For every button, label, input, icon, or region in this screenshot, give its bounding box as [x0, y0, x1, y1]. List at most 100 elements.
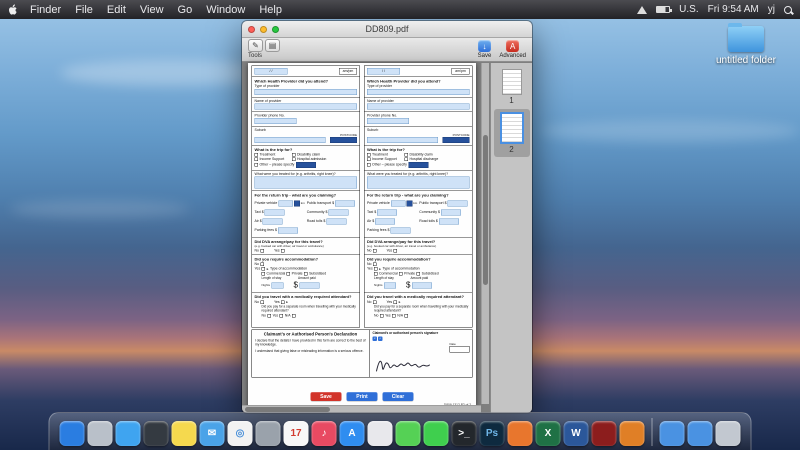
facetime[interactable] [423, 421, 449, 446]
checkbox[interactable] [260, 300, 264, 304]
launchpad[interactable] [87, 421, 113, 446]
tools-menu[interactable]: Tools [248, 53, 262, 59]
road-tolls-input[interactable] [438, 218, 459, 225]
input-source-indicator[interactable]: U.S. [679, 4, 698, 15]
phone-input[interactable] [367, 118, 409, 125]
checkbox[interactable] [279, 313, 284, 318]
messages[interactable] [395, 421, 421, 446]
checkbox[interactable] [260, 248, 264, 253]
checkbox[interactable] [372, 300, 377, 304]
public-transport-input[interactable] [447, 200, 468, 207]
menu-item[interactable]: Edit [107, 4, 126, 16]
treated-for-input[interactable] [367, 176, 470, 189]
checkbox[interactable] [261, 267, 266, 271]
notes[interactable] [171, 421, 197, 446]
checkbox[interactable] [292, 313, 296, 318]
menu-item[interactable]: Help [259, 4, 282, 16]
checkbox[interactable] [404, 157, 408, 161]
annotation-x-icon[interactable] [372, 336, 377, 341]
treated-for-input[interactable] [254, 176, 357, 189]
save-toolbar-button[interactable]: ↓ Save [478, 39, 491, 60]
photos[interactable] [367, 421, 393, 446]
finder[interactable] [59, 421, 85, 446]
community-input[interactable] [440, 209, 461, 216]
menu-item[interactable]: Window [206, 4, 245, 16]
type-of-provider-input[interactable] [254, 88, 357, 95]
checkbox[interactable] [292, 152, 296, 157]
amount-paid-input[interactable] [411, 282, 432, 289]
date-field[interactable]: / / [367, 68, 400, 75]
menu-item[interactable]: Finder [30, 4, 61, 16]
page-thumbnail-2[interactable]: 2 [493, 109, 530, 157]
other-input[interactable] [408, 161, 429, 168]
postcode-input[interactable] [330, 136, 357, 143]
private-vehicle-input[interactable] [278, 200, 293, 207]
ampm-field[interactable]: am/pm [339, 68, 357, 75]
checkbox[interactable] [374, 267, 378, 271]
taxi-input[interactable] [264, 209, 285, 216]
form-button[interactable]: Clear [382, 392, 414, 401]
desktop-folder[interactable]: untitled folder [706, 23, 786, 66]
wifi-icon[interactable] [637, 5, 648, 14]
checkbox[interactable] [404, 152, 408, 157]
photoshop[interactable]: Ps [479, 421, 505, 446]
advanced-toolbar-button[interactable]: A Advanced [499, 39, 526, 60]
checkbox[interactable] [292, 157, 296, 161]
community-input[interactable] [328, 209, 349, 216]
stamp-icon[interactable]: ▤ [265, 39, 280, 52]
postcode-input[interactable] [442, 136, 470, 143]
checkbox[interactable] [367, 163, 371, 167]
checkbox[interactable] [379, 313, 384, 318]
calendar[interactable]: 17 [283, 421, 309, 446]
terminal[interactable]: >_ [451, 421, 477, 446]
checkbox[interactable] [254, 152, 258, 157]
private-vehicle-input[interactable] [390, 200, 406, 207]
chrome[interactable]: ◎ [227, 421, 253, 446]
checkbox[interactable] [372, 262, 377, 266]
km-input[interactable] [406, 200, 413, 207]
checkbox[interactable] [399, 271, 403, 276]
km-input[interactable] [293, 200, 300, 207]
name-of-provider-input[interactable] [254, 103, 357, 110]
nights-input[interactable] [384, 282, 397, 289]
amount-paid-input[interactable] [299, 282, 320, 289]
checkbox[interactable] [392, 313, 396, 318]
menu-clock[interactable]: Fri 9:54 AM [708, 4, 759, 15]
date-input[interactable] [449, 346, 470, 353]
downloads-folder[interactable] [659, 421, 685, 446]
itunes[interactable]: ♪ [311, 421, 337, 446]
phone-input[interactable] [254, 118, 297, 125]
suburb-input[interactable] [367, 136, 438, 143]
checkbox[interactable] [367, 152, 371, 157]
checkbox[interactable] [416, 271, 421, 276]
checkbox[interactable] [374, 271, 378, 276]
nights-input[interactable] [271, 282, 284, 289]
user-menu[interactable]: yj [768, 4, 775, 15]
other-input[interactable] [295, 161, 316, 168]
air-input[interactable] [375, 218, 396, 225]
parking-fees-input[interactable] [277, 227, 298, 234]
checkbox[interactable] [254, 157, 258, 161]
form-button[interactable]: Save [310, 392, 342, 401]
annotation-check-icon[interactable] [377, 336, 383, 341]
vlc[interactable] [619, 421, 645, 446]
checkbox[interactable] [281, 248, 285, 253]
checkbox[interactable] [393, 300, 398, 304]
thumbnail-image[interactable] [499, 112, 524, 144]
checkbox[interactable] [254, 163, 258, 167]
taxi-input[interactable] [377, 209, 398, 216]
checkbox[interactable] [260, 262, 264, 266]
date-field[interactable]: / / [254, 68, 288, 75]
suburb-input[interactable] [254, 136, 326, 143]
checkbox[interactable] [267, 313, 271, 318]
checkbox[interactable] [281, 300, 285, 304]
vertical-scroll-thumb[interactable] [483, 135, 488, 285]
spotlight-icon[interactable] [784, 5, 792, 14]
menu-item[interactable]: View [140, 4, 164, 16]
checkbox[interactable] [286, 271, 291, 276]
checkbox[interactable] [393, 248, 398, 253]
vertical-scrollbar[interactable] [481, 63, 489, 404]
activity-monitor[interactable] [143, 421, 169, 446]
excel[interactable]: X [535, 421, 561, 446]
thumbnail-image[interactable] [501, 69, 522, 95]
